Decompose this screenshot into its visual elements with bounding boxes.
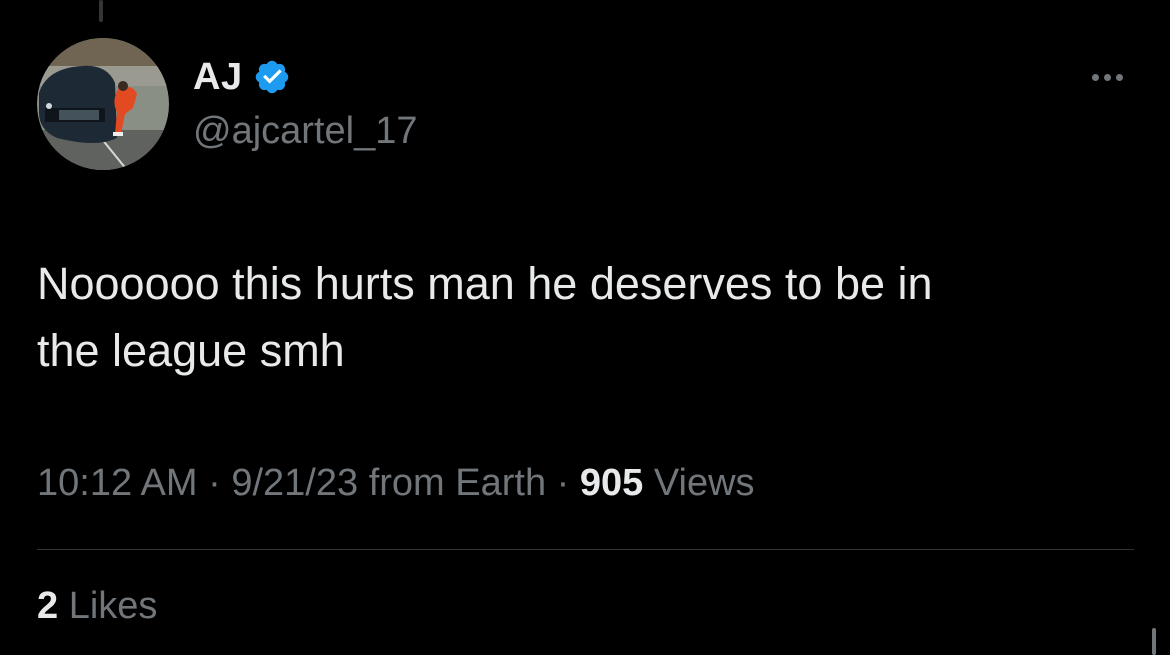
divider	[37, 549, 1134, 550]
tweet-date[interactable]: 9/21/23	[231, 462, 358, 504]
avatar[interactable]	[37, 38, 169, 170]
tweet-text-line: the league smh	[37, 325, 345, 376]
likes-count[interactable]: 2	[37, 585, 58, 627]
author-handle[interactable]: @ajcartel_17	[193, 110, 417, 153]
more-options-button[interactable]	[1082, 60, 1132, 94]
avatar-image	[37, 38, 169, 170]
likes-stat[interactable]: 2 Likes	[37, 585, 157, 628]
verified-badge-icon	[253, 58, 291, 96]
meta-separator: ·	[556, 462, 570, 504]
tweet-source: from Earth	[368, 462, 547, 504]
display-name[interactable]: AJ	[193, 56, 243, 99]
author-name-row[interactable]: AJ	[193, 54, 291, 100]
more-horizontal-icon	[1115, 73, 1123, 81]
tweet-meta: 10:12 AM · 9/21/23 from Earth · 905 View…	[37, 462, 755, 505]
likes-label[interactable]: Likes	[69, 585, 158, 627]
more-horizontal-icon	[1091, 73, 1099, 81]
tweet-time[interactable]: 10:12 AM	[37, 462, 198, 504]
tweet-text: Noooooo this hurts man he deserves to be…	[37, 250, 1137, 384]
meta-separator: ·	[208, 462, 221, 504]
views-count[interactable]: 905	[580, 462, 643, 504]
tweet-text-line: Noooooo this hurts man he deserves to be…	[37, 258, 933, 309]
more-horizontal-icon	[1103, 73, 1111, 81]
scrollbar[interactable]	[1152, 628, 1156, 655]
views-label[interactable]: Views	[654, 462, 755, 504]
thread-connector-line	[99, 0, 103, 22]
